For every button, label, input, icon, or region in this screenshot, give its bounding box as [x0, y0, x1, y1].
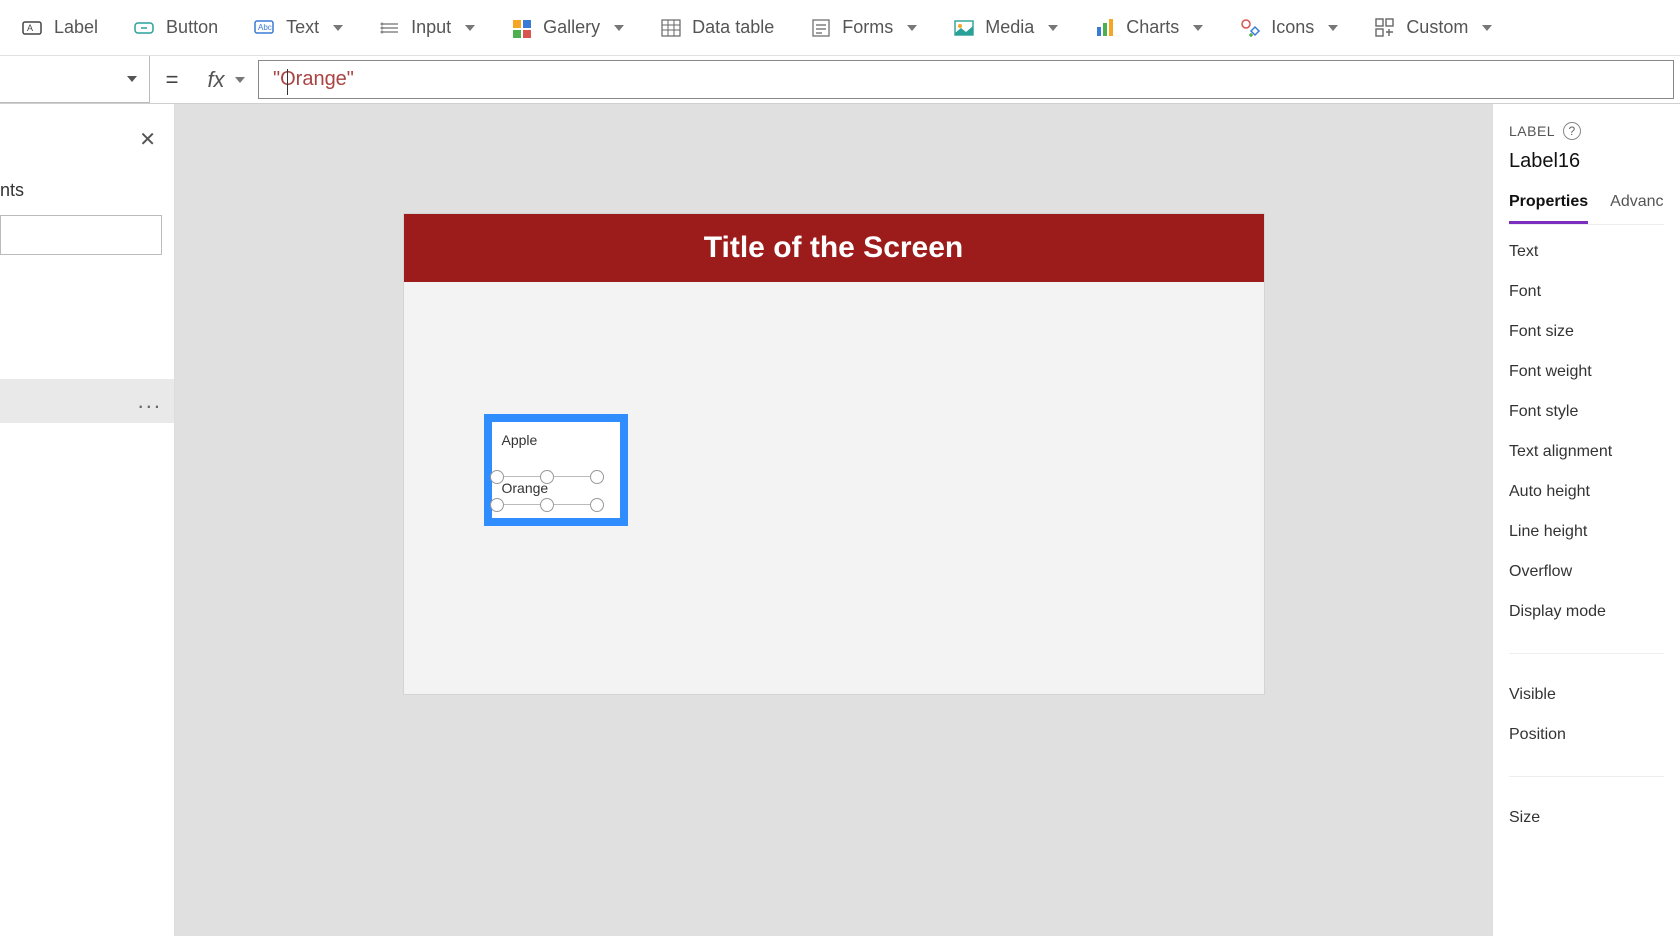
text-icon: Abc — [254, 17, 276, 39]
ribbon-custom[interactable]: Custom — [1356, 0, 1510, 55]
resize-handle[interactable] — [540, 498, 554, 512]
prop-font-weight[interactable]: Font weight — [1509, 363, 1664, 381]
ribbon-input[interactable]: Input — [361, 0, 493, 55]
screen-title-text: Title of the Screen — [704, 231, 964, 265]
chevron-down-icon — [127, 76, 137, 82]
fx-button[interactable]: fx — [194, 56, 258, 103]
divider — [1509, 776, 1664, 777]
ribbon-media-text: Media — [985, 17, 1034, 38]
input-icon — [379, 17, 401, 39]
chevron-down-icon — [907, 25, 917, 31]
gallery-icon — [511, 17, 533, 39]
prop-text[interactable]: Text — [1509, 243, 1664, 261]
ribbon-gallery-text: Gallery — [543, 17, 600, 38]
ribbon-gallery[interactable]: Gallery — [493, 0, 642, 55]
chevron-down-icon — [1482, 25, 1492, 31]
tab-advanced[interactable]: Advanc — [1610, 187, 1663, 224]
chevron-down-icon — [333, 25, 343, 31]
prop-size[interactable]: Size — [1509, 809, 1664, 827]
ribbon-forms-text: Forms — [842, 17, 893, 38]
prop-font-size[interactable]: Font size — [1509, 323, 1664, 341]
chevron-down-icon — [1193, 25, 1203, 31]
search-input[interactable] — [0, 215, 162, 255]
custom-icon — [1374, 17, 1396, 39]
icons-icon — [1239, 17, 1261, 39]
ribbon-forms[interactable]: Forms — [792, 0, 935, 55]
tree-view-pane: ✕ nts ... — [0, 104, 175, 936]
resize-handle[interactable] — [490, 498, 504, 512]
text-caret — [287, 69, 288, 95]
prop-font[interactable]: Font — [1509, 283, 1664, 301]
chevron-down-icon — [465, 25, 475, 31]
app-screen[interactable]: Title of the Screen Apple Orange — [404, 214, 1264, 694]
close-icon[interactable]: ✕ — [139, 127, 156, 152]
ribbon-custom-text: Custom — [1406, 17, 1468, 38]
data-table-icon — [660, 17, 682, 39]
resize-handle[interactable] — [490, 470, 504, 484]
chevron-down-icon — [1328, 25, 1338, 31]
canvas-area[interactable]: Title of the Screen Apple Orange — [175, 104, 1492, 936]
properties-tabs: Properties Advanc — [1509, 187, 1664, 225]
ribbon-button[interactable]: Button — [116, 0, 236, 55]
fx-label: fx — [207, 67, 224, 93]
insert-ribbon: A Label Button Abc Text Input Gallery Da… — [0, 0, 1680, 56]
ribbon-charts-text: Charts — [1126, 17, 1179, 38]
property-selector[interactable] — [0, 56, 150, 103]
prop-line-height[interactable]: Line height — [1509, 523, 1664, 541]
tree-selected-row[interactable]: ... — [0, 379, 174, 423]
prop-auto-height[interactable]: Auto height — [1509, 483, 1664, 501]
charts-icon — [1094, 17, 1116, 39]
prop-visible[interactable]: Visible — [1509, 686, 1664, 704]
ribbon-text-text: Text — [286, 17, 319, 38]
section-title: nts — [0, 174, 162, 215]
svg-text:Abc: Abc — [258, 23, 272, 32]
formula-bar: = fx "Orange" — [0, 56, 1680, 104]
divider — [1509, 653, 1664, 654]
prop-font-style[interactable]: Font style — [1509, 403, 1664, 421]
control-type-text: LABEL — [1509, 123, 1555, 139]
control-name[interactable]: Label16 — [1509, 150, 1664, 173]
properties-list: Text Font Font size Font weight Font sty… — [1509, 243, 1664, 827]
equals-label: = — [150, 56, 194, 103]
ribbon-label[interactable]: A Label — [4, 0, 116, 55]
ribbon-data-table[interactable]: Data table — [642, 0, 792, 55]
control-type-header: LABEL ? — [1509, 122, 1664, 140]
more-icon[interactable]: ... — [138, 388, 162, 414]
forms-icon — [810, 17, 832, 39]
resize-handle[interactable] — [590, 498, 604, 512]
media-icon — [953, 17, 975, 39]
components-section: nts — [0, 174, 174, 269]
pane-header: ✕ — [0, 104, 174, 174]
formula-input[interactable]: "Orange" — [258, 60, 1674, 99]
prop-position[interactable]: Position — [1509, 726, 1664, 744]
chevron-down-icon — [614, 25, 624, 31]
screen-title-bar[interactable]: Title of the Screen — [404, 214, 1264, 282]
listbox-control[interactable]: Apple Orange — [484, 414, 628, 526]
svg-text:A: A — [27, 23, 33, 33]
ribbon-media[interactable]: Media — [935, 0, 1076, 55]
ribbon-icons-text: Icons — [1271, 17, 1314, 38]
help-icon[interactable]: ? — [1563, 122, 1581, 140]
label-icon: A — [22, 17, 44, 39]
ribbon-charts[interactable]: Charts — [1076, 0, 1221, 55]
ribbon-text[interactable]: Abc Text — [236, 0, 361, 55]
ribbon-label-text: Label — [54, 17, 98, 38]
button-icon — [134, 17, 156, 39]
prop-overflow[interactable]: Overflow — [1509, 563, 1664, 581]
resize-handle[interactable] — [590, 470, 604, 484]
resize-handle[interactable] — [540, 470, 554, 484]
workspace: ✕ nts ... Title of the Screen Apple Oran… — [0, 104, 1680, 936]
list-item[interactable]: Apple — [500, 428, 612, 452]
ribbon-button-text: Button — [166, 17, 218, 38]
prop-text-alignment[interactable]: Text alignment — [1509, 443, 1664, 461]
ribbon-datatable-text: Data table — [692, 17, 774, 38]
formula-value: "Orange" — [273, 68, 354, 91]
chevron-down-icon — [1048, 25, 1058, 31]
chevron-down-icon — [235, 77, 245, 83]
tab-properties[interactable]: Properties — [1509, 187, 1588, 224]
properties-pane: LABEL ? Label16 Properties Advanc Text F… — [1492, 104, 1680, 936]
ribbon-icons[interactable]: Icons — [1221, 0, 1356, 55]
prop-display-mode[interactable]: Display mode — [1509, 603, 1664, 621]
ribbon-input-text: Input — [411, 17, 451, 38]
